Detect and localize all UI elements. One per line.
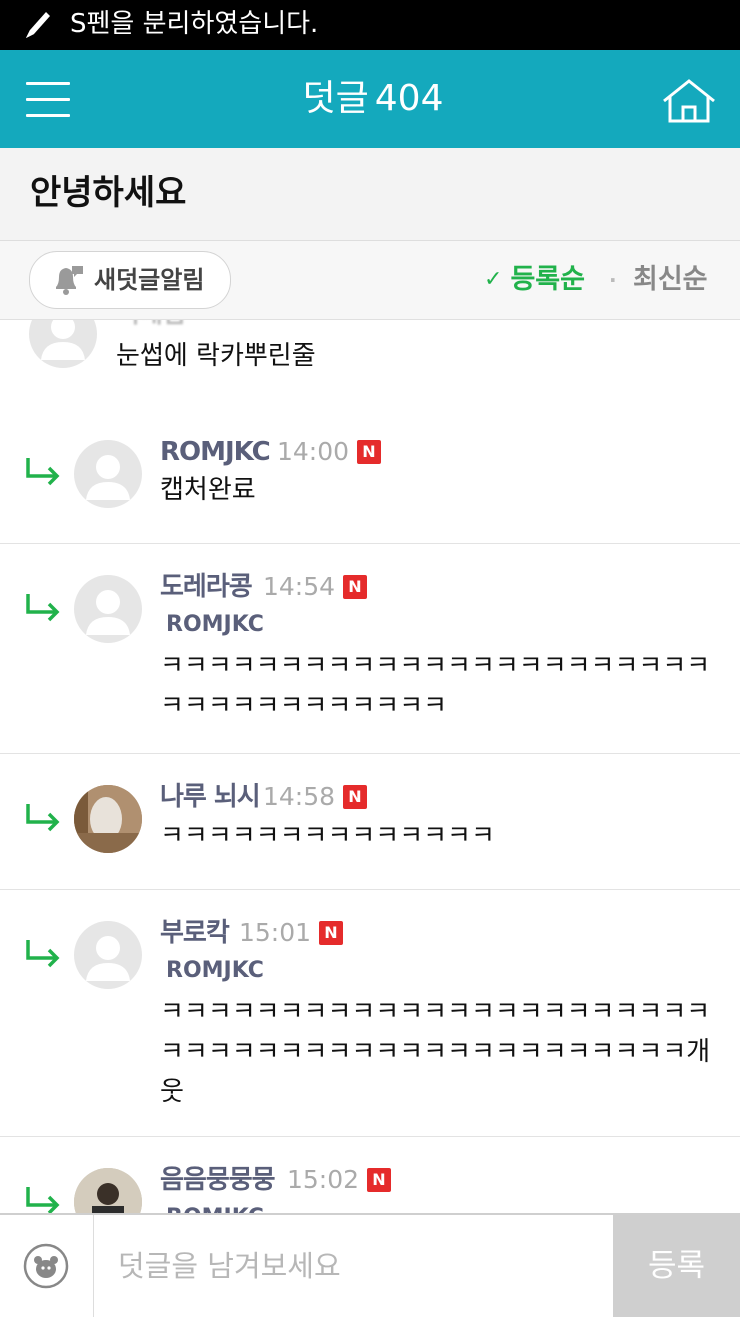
- reply-arrow-icon: [26, 940, 60, 968]
- comment-nickname: 도레라콩: [160, 572, 253, 602]
- comment-item: 도레라콩 14:54 N ROMJKC ㅋㅋㅋㅋㅋㅋㅋㅋㅋㅋㅋㅋㅋㅋㅋㅋㅋㅋㅋㅋ…: [0, 544, 740, 754]
- avatar: [74, 440, 142, 508]
- new-comment-alarm-button[interactable]: 새덧글알림: [29, 251, 231, 309]
- reply-arrow-icon: [26, 458, 60, 486]
- new-badge: N: [367, 1168, 391, 1192]
- comment-text: 눈썹에 락카뿌린줄: [116, 341, 316, 371]
- comment-time: 14:58: [263, 782, 336, 811]
- alarm-label: 새덧글알림: [94, 266, 205, 294]
- comment-item: 닉네임 눈썹에 락카뿌린줄: [0, 320, 740, 409]
- comment-mention: ROMJKC: [166, 612, 264, 637]
- comment-time: 14:54: [263, 572, 336, 601]
- comment-text: 캡처완료: [160, 475, 256, 505]
- comment-nickname: 부로칵: [160, 918, 230, 948]
- comment-text: ㅋㅋㅋㅋㅋㅋㅋㅋㅋㅋㅋㅋㅋㅋㅋㅋㅋㅋㅋㅋㅋㅋㅋㅋㅋㅋㅋㅋㅋㅋㅋㅋㅋㅋㅋ: [160, 651, 711, 721]
- reply-arrow-icon: [26, 1187, 60, 1213]
- avatar: [29, 320, 97, 368]
- comment-mention: ROMJKC: [166, 958, 264, 983]
- avatar: [74, 1168, 142, 1213]
- comment-item: 나루 뇌시 14:58 N ㅋㅋㅋㅋㅋㅋㅋㅋㅋㅋㅋㅋㅋㅋ: [0, 754, 740, 890]
- comment-nickname: 나루 뇌시: [160, 782, 261, 812]
- avatar: [74, 921, 142, 989]
- comment-item: 부로칵 15:01 N ROMJKC ㅋㅋㅋㅋㅋㅋㅋㅋㅋㅋㅋㅋㅋㅋㅋㅋㅋㅋㅋㅋㅋ…: [0, 890, 740, 1137]
- comment-item: ROMJKC 14:00 N 캡처완료: [0, 408, 740, 544]
- comment-composer: 덧글을 남겨보세요 등록: [0, 1213, 740, 1317]
- emoji-icon[interactable]: [22, 1242, 70, 1290]
- page-title: 덧글 404: [0, 50, 740, 148]
- comment-count: 404: [374, 78, 444, 119]
- comment-mention: ROMJKC: [166, 1202, 264, 1213]
- status-bar: S펜을 분리하였습니다.: [0, 0, 740, 50]
- sort-latest-button[interactable]: 최신순: [633, 241, 708, 319]
- submit-button[interactable]: 등록: [613, 1215, 740, 1317]
- comment-input[interactable]: 덧글을 남겨보세요: [93, 1215, 614, 1317]
- app-bar: 덧글 404: [0, 50, 740, 148]
- comment-item: 음음뭉뭉뭉 15:02 N ROMJKC: [0, 1137, 740, 1213]
- reply-arrow-icon: [26, 594, 60, 622]
- sort-separator: ·: [609, 268, 617, 292]
- check-icon: ✓: [484, 267, 503, 292]
- comment-toolbar: 새덧글알림 ✓ 등록순 · 최신순: [0, 241, 740, 320]
- comment-nickname: 음음뭉뭉뭉: [160, 1165, 276, 1195]
- new-badge: N: [343, 575, 367, 599]
- reply-arrow-icon: [26, 804, 60, 832]
- bell-icon: [56, 266, 83, 295]
- new-badge: N: [357, 440, 381, 464]
- comment-time: 15:02: [287, 1165, 360, 1194]
- pen-icon: [26, 12, 50, 38]
- new-badge: N: [343, 785, 367, 809]
- comment-input-placeholder: 덧글을 남겨보세요: [118, 1249, 341, 1283]
- home-icon[interactable]: [660, 77, 718, 125]
- new-badge: N: [319, 921, 343, 945]
- comment-text: ㅋㅋㅋㅋㅋㅋㅋㅋㅋㅋㅋㅋㅋㅋㅋㅋㅋㅋㅋㅋㅋㅋㅋㅋㅋㅋㅋㅋㅋㅋㅋㅋㅋㅋㅋㅋㅋㅋㅋㅋ…: [160, 997, 711, 1107]
- comment-nickname: 닉네임: [116, 320, 186, 332]
- title-label: 덧글: [302, 78, 369, 119]
- comment-text: ㅋㅋㅋㅋㅋㅋㅋㅋㅋㅋㅋㅋㅋㅋ: [160, 821, 495, 851]
- sort-registered-label: 등록순: [510, 264, 585, 295]
- post-title: 안녕하세요: [30, 173, 187, 213]
- sort-registered-button[interactable]: ✓ 등록순: [484, 241, 585, 319]
- post-header: 안녕하세요: [0, 148, 740, 241]
- status-message: S펜을 분리하였습니다.: [70, 9, 319, 39]
- comment-time: 14:00: [277, 437, 350, 466]
- comment-time: 15:01: [239, 918, 312, 947]
- avatar: [74, 785, 142, 853]
- comment-list[interactable]: 닉네임 눈썹에 락카뿌린줄 ROMJKC 14:00 N 캡처완료 도레라콩 1…: [0, 320, 740, 1213]
- avatar: [74, 575, 142, 643]
- comment-nickname: ROMJKC: [160, 437, 271, 467]
